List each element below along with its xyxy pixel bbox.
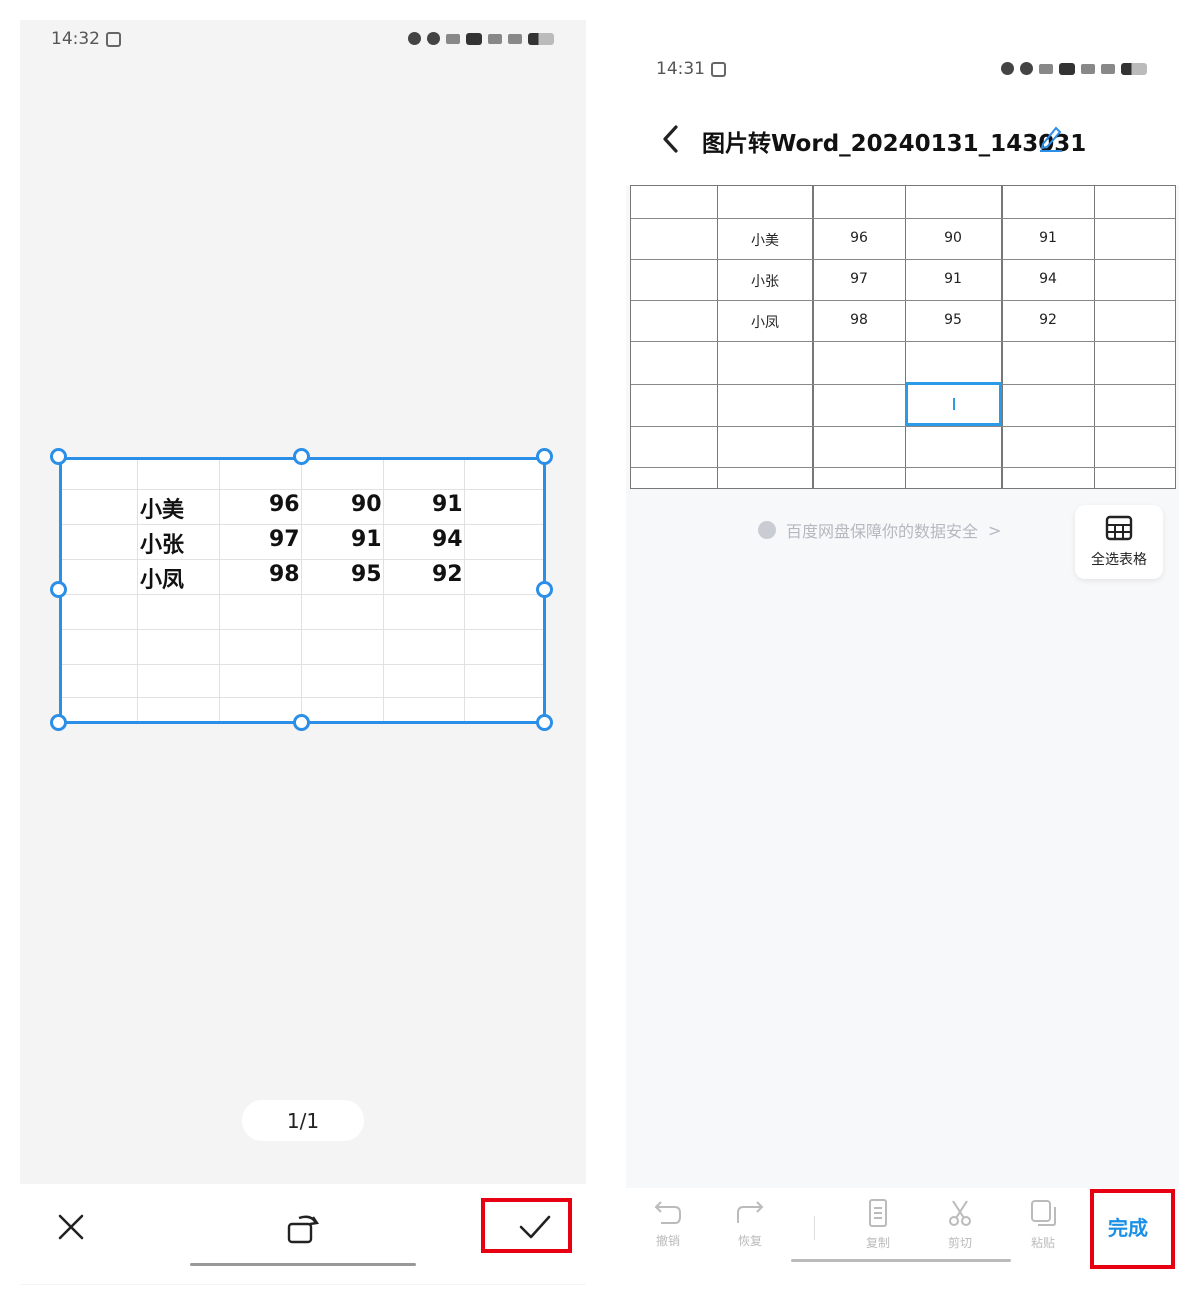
undo-icon (654, 1201, 681, 1224)
scissors-icon (949, 1200, 971, 1226)
page-indicator: 1/1 (242, 1100, 364, 1141)
editor-header: 14:31 图片转Word_20240131_143031 (626, 40, 1179, 185)
table-icon (1105, 515, 1133, 541)
rotate-icon (287, 1215, 320, 1244)
table-cell[interactable]: 小美 (735, 230, 795, 250)
status-bar-time: 14:31 (656, 59, 726, 79)
selected-table-cell[interactable] (905, 382, 1002, 426)
home-indicator (190, 1263, 416, 1266)
redo-button[interactable]: 恢复 (725, 1198, 775, 1249)
network-speed-icon (446, 33, 460, 44)
battery-icon (528, 32, 554, 45)
back-button[interactable] (656, 122, 686, 156)
table-cell[interactable]: 95 (923, 312, 983, 328)
status-bar-time: 14:32 (51, 29, 121, 49)
battery-icon (1121, 62, 1147, 75)
table-cell[interactable]: 98 (829, 312, 889, 328)
signal-icon (488, 33, 502, 44)
notification-icon (106, 31, 121, 47)
crop-handle-bottom[interactable] (293, 714, 310, 731)
network-speed-icon (1039, 63, 1053, 74)
chevron-right-icon: > (988, 520, 1002, 540)
copy-icon (869, 1199, 887, 1227)
text-cursor (952, 398, 955, 410)
table-cell[interactable]: 97 (829, 271, 889, 287)
crop-screen: 14:32 小美 96 90 91 小张 97 91 94 小凤 98 95 9… (20, 20, 586, 1285)
status-time: 14:32 (51, 29, 100, 49)
notification-icon (711, 61, 726, 77)
select-all-table-label: 全选表格 (1091, 552, 1147, 568)
mute-icon (1020, 62, 1033, 75)
paste-label: 粘贴 (1030, 1236, 1055, 1250)
paste-icon (1031, 1200, 1056, 1226)
undo-label: 撤销 (655, 1234, 680, 1248)
crop-area[interactable]: 小美 96 90 91 小张 97 91 94 小凤 98 95 92 (50, 448, 553, 731)
status-time: 14:31 (656, 59, 705, 79)
redo-icon (737, 1201, 764, 1223)
confirm-highlight-box (481, 1198, 572, 1253)
redo-label: 恢复 (737, 1234, 762, 1248)
table-cell[interactable]: 小张 (735, 271, 795, 291)
copy-label: 复制 (865, 1236, 890, 1250)
undo-button[interactable]: 撤销 (643, 1198, 693, 1249)
table-cell[interactable]: 94 (1018, 271, 1078, 287)
table-cell[interactable]: 91 (923, 271, 983, 287)
table-cell[interactable]: 91 (1018, 230, 1078, 246)
done-highlight-box (1090, 1189, 1175, 1269)
crop-handle-bottom-left[interactable] (50, 714, 67, 731)
security-notice[interactable]: 百度网盘保障你的数据安全 > (758, 518, 1001, 542)
cut-label: 剪切 (947, 1236, 972, 1250)
document-title: 图片转Word_20240131_143031 (702, 131, 1087, 157)
signal-icon-2 (508, 33, 522, 44)
crop-frame (59, 457, 546, 724)
copy-button[interactable]: 复制 (853, 1198, 903, 1251)
security-text: 百度网盘保障你的数据安全 (786, 522, 979, 541)
pencil-icon (1040, 126, 1062, 152)
toolbar-divider (814, 1216, 815, 1240)
signal-icon-2 (1101, 63, 1115, 74)
hd-icon (466, 32, 482, 45)
crop-handle-bottom-right[interactable] (536, 714, 553, 731)
crop-handle-right[interactable] (536, 581, 553, 598)
crop-handle-left[interactable] (50, 581, 67, 598)
cut-button[interactable]: 剪切 (935, 1198, 985, 1251)
word-editor-screen: 14:31 图片转Word_20240131_143031 小美 96 90 9… (626, 40, 1179, 1285)
table-cell[interactable]: 96 (829, 230, 889, 246)
word-table[interactable]: 小美 96 90 91 小张 97 91 94 小凤 98 95 92 (630, 185, 1176, 489)
rotate-button[interactable] (281, 1206, 325, 1250)
close-icon (58, 1214, 84, 1240)
crop-handle-top-right[interactable] (536, 448, 553, 465)
crop-handle-top[interactable] (293, 448, 310, 465)
table-cell[interactable]: 小凤 (735, 312, 795, 332)
alarm-icon (408, 32, 421, 45)
table-cell[interactable]: 90 (923, 230, 983, 246)
hd-icon (1059, 62, 1075, 75)
paste-button[interactable]: 粘贴 (1018, 1198, 1068, 1251)
chevron-left-icon (663, 125, 678, 153)
mute-icon (427, 32, 440, 45)
signal-icon (1081, 63, 1095, 74)
home-indicator (791, 1259, 1011, 1262)
status-bar-icons (1001, 62, 1147, 75)
shield-icon (758, 521, 776, 539)
status-bar-icons (408, 32, 554, 45)
close-button[interactable] (50, 1206, 92, 1248)
alarm-icon (1001, 62, 1014, 75)
table-cell[interactable]: 92 (1018, 312, 1078, 328)
rename-button[interactable] (1038, 124, 1066, 152)
crop-handle-top-left[interactable] (50, 448, 67, 465)
select-all-table-button[interactable]: 全选表格 (1075, 505, 1163, 579)
